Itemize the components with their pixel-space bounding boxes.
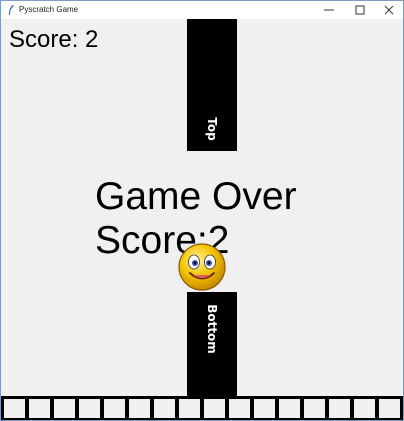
ground-tile (154, 399, 175, 418)
ground-tile (104, 399, 125, 418)
ground-tile (29, 399, 50, 418)
ground-tile (204, 399, 225, 418)
title-bar[interactable]: Pyscratch Game (1, 1, 403, 19)
ground (1, 396, 403, 420)
ground-tile (354, 399, 375, 418)
ground-tile (329, 399, 350, 418)
ground-tile (4, 399, 25, 418)
bottom-pipe: Bottom (187, 292, 237, 396)
close-icon (384, 5, 394, 15)
smiley-face-icon (178, 243, 226, 291)
ground-tile (229, 399, 250, 418)
game-over-title: Game Over (95, 175, 297, 218)
feather-icon (9, 5, 14, 15)
ground-tile (279, 399, 300, 418)
minimize-button[interactable] (315, 1, 343, 19)
close-button[interactable] (375, 1, 403, 19)
ground-tile (304, 399, 325, 418)
window-title: Pyscratch Game (19, 5, 79, 14)
minimize-icon (324, 9, 334, 11)
top-pipe-label: Top (205, 117, 219, 141)
game-window: Pyscratch Game Score: 2 Top Bottom Game … (0, 0, 404, 421)
ground-tile (179, 399, 200, 418)
ground-tile (379, 399, 400, 418)
ground-tile (254, 399, 275, 418)
ground-tile (129, 399, 150, 418)
score-display: Score: 2 (9, 26, 99, 53)
ground-tile (54, 399, 75, 418)
game-canvas[interactable]: Score: 2 Top Bottom Game Over Score:2 (1, 19, 403, 420)
bottom-pipe-label: Bottom (205, 304, 219, 354)
maximize-button[interactable] (346, 1, 374, 19)
top-pipe: Top (187, 19, 237, 151)
maximize-icon (355, 5, 365, 15)
ground-tile (79, 399, 100, 418)
